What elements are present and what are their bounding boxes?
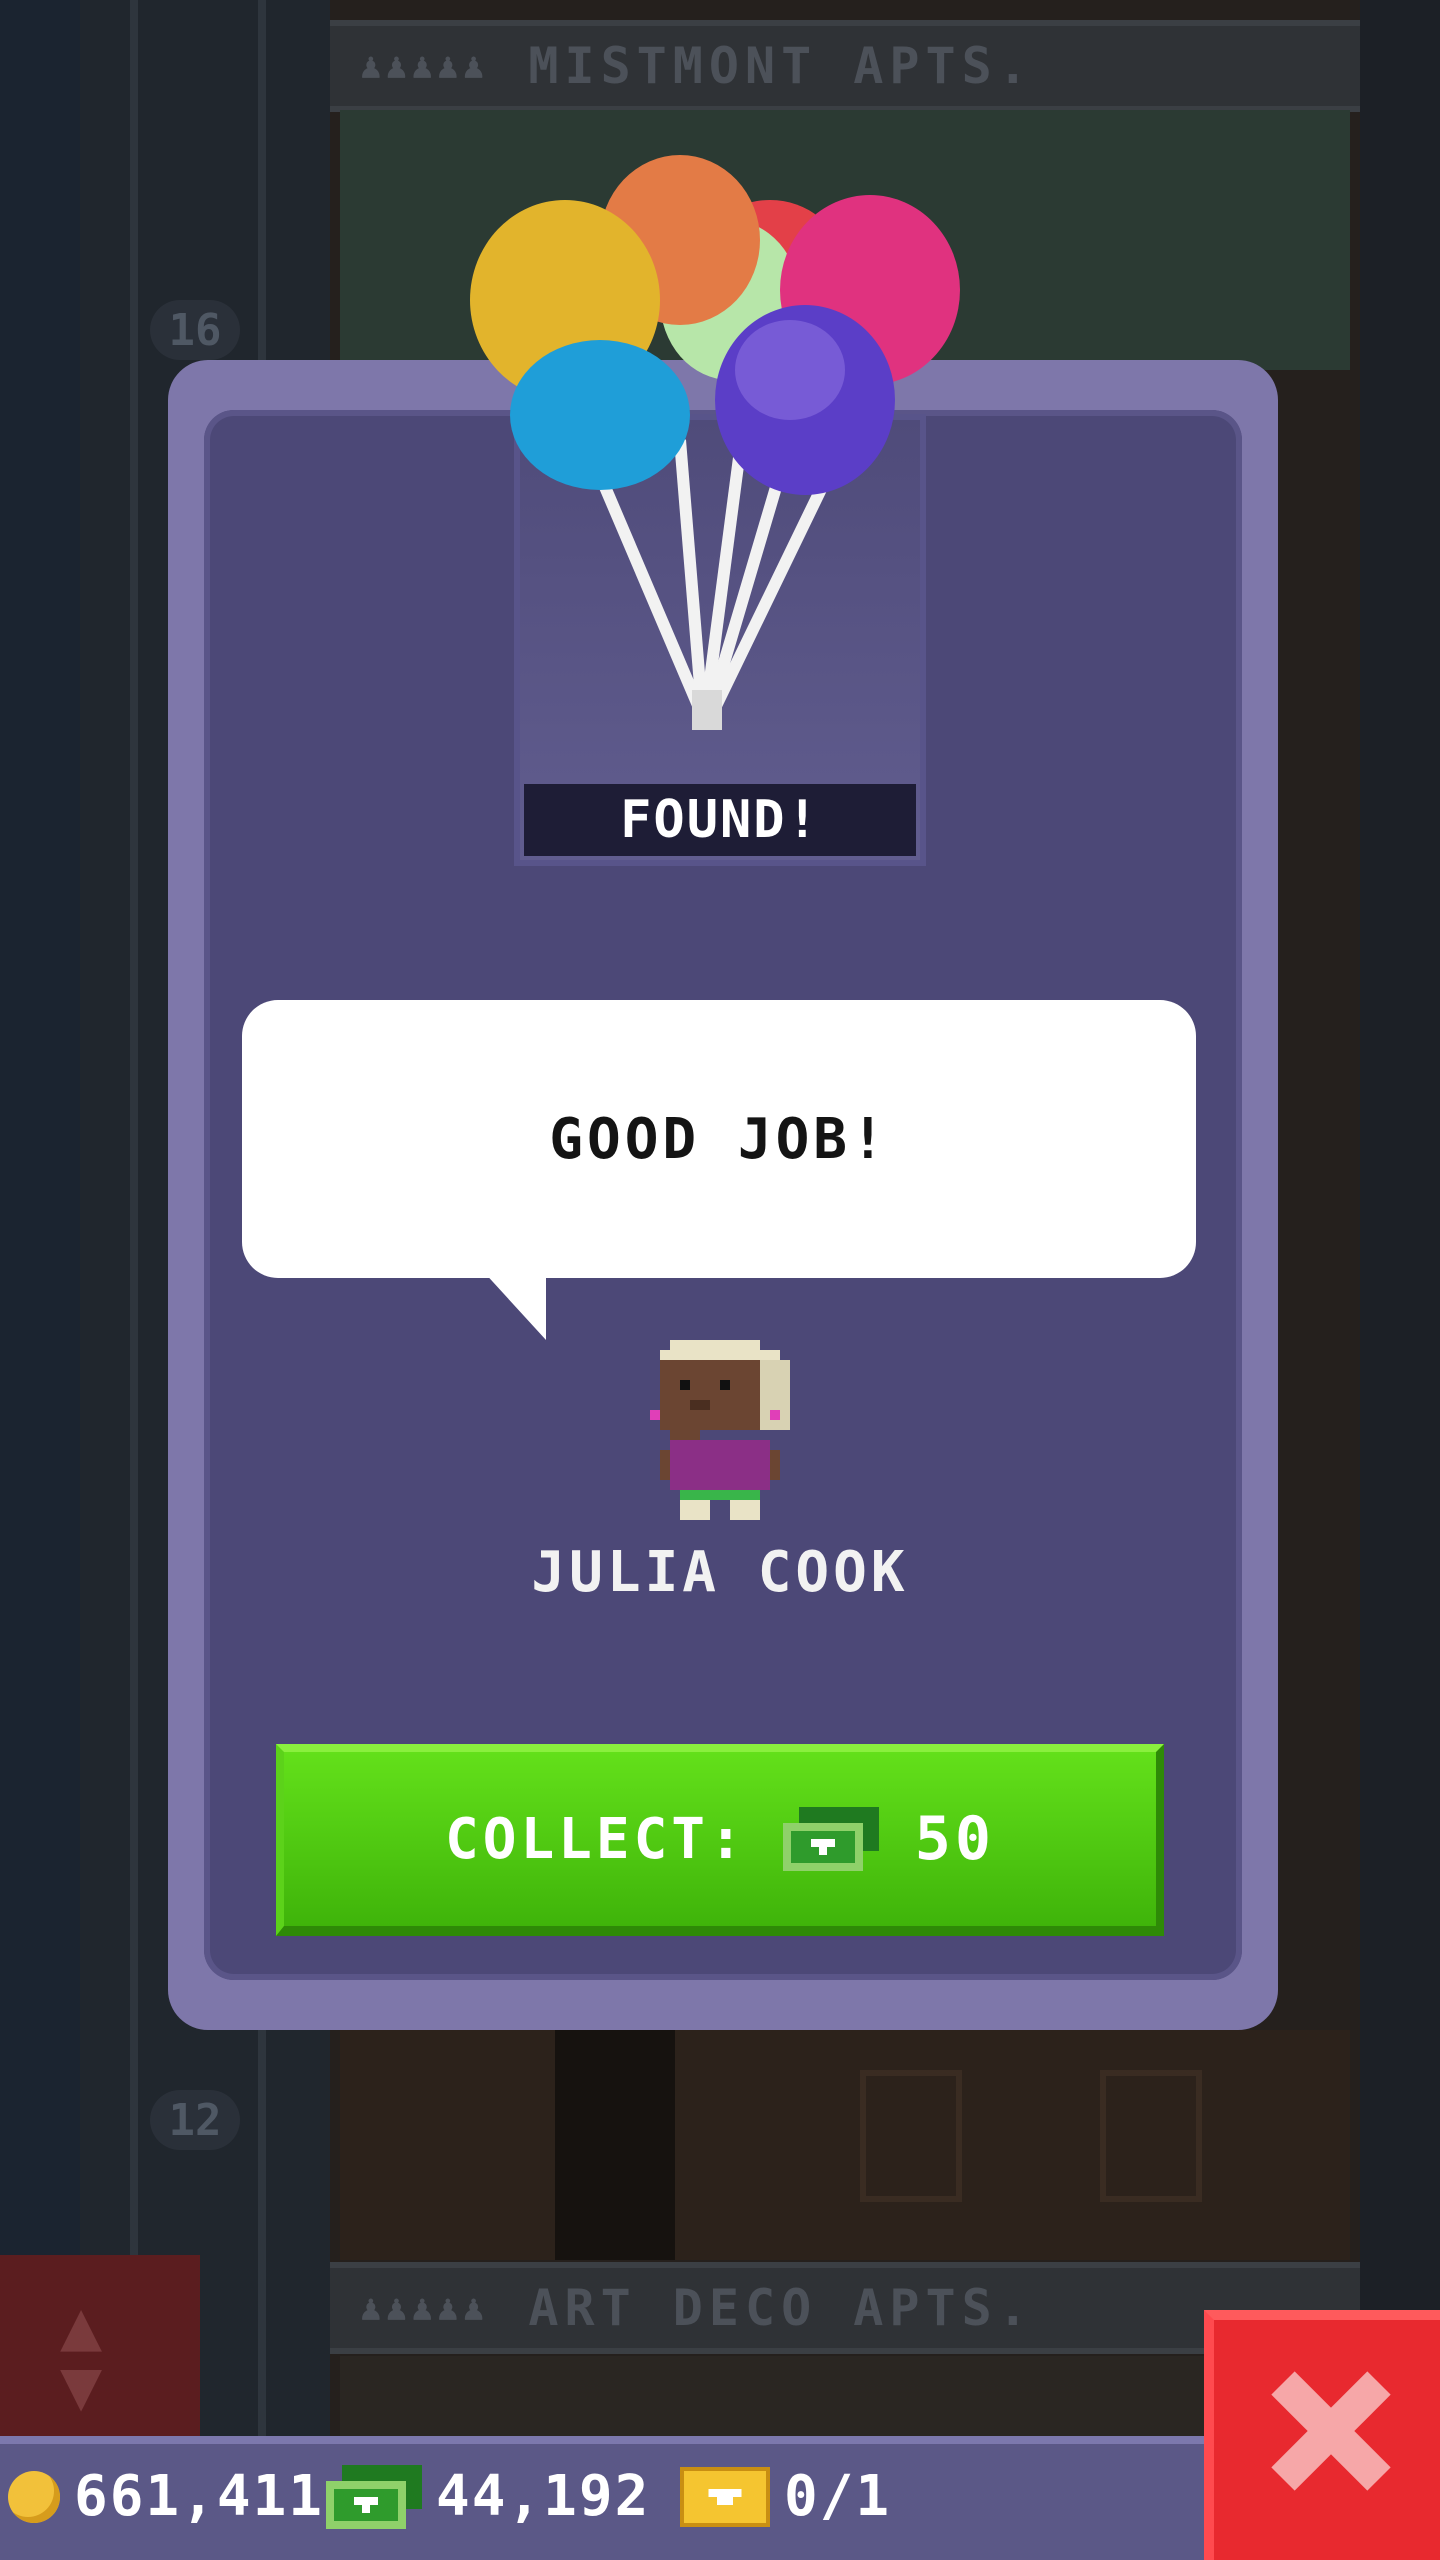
floor-name: MISTMONT APTS. bbox=[528, 37, 1034, 95]
floor-sign: ♟♟♟♟♟ MISTMONT APTS. bbox=[330, 20, 1360, 112]
character-avatar bbox=[650, 1340, 790, 1520]
tickets-counter: 0/1 bbox=[680, 2464, 891, 2529]
collect-amount: 50 bbox=[914, 1804, 995, 1874]
speech-bubble: GOOD JOB! bbox=[242, 1000, 1196, 1278]
coins-counter: 661,411 bbox=[8, 2464, 324, 2529]
speech-bubble-tail bbox=[482, 1270, 546, 1340]
balloons-icon bbox=[470, 155, 960, 730]
residents-icon: ♟♟♟♟♟ bbox=[360, 45, 489, 87]
golden-ticket-icon bbox=[680, 2466, 770, 2527]
tower-edge bbox=[1360, 0, 1440, 2440]
residents-icon: ♟♟♟♟♟ bbox=[360, 2287, 489, 2329]
coin-icon bbox=[8, 2470, 60, 2523]
currency-bar: 661,411 44,192 0/1 bbox=[0, 2436, 1204, 2560]
floor-number: 12 bbox=[150, 2090, 240, 2150]
coins-value: 661,411 bbox=[74, 2464, 325, 2529]
found-banner: FOUND! bbox=[524, 784, 916, 856]
up-down-arrow-icon: ▲ ▼ bbox=[60, 2284, 103, 2426]
tower-bux-icon bbox=[326, 2464, 422, 2529]
apartment-room bbox=[340, 2356, 1350, 2440]
floor-number: 16 bbox=[150, 300, 240, 360]
collect-label: COLLECT: bbox=[445, 1806, 747, 1872]
elevator-shaft bbox=[0, 0, 80, 2440]
close-button[interactable] bbox=[1204, 2310, 1440, 2560]
character-name: JULIA COOK bbox=[531, 1540, 909, 1605]
floor-name: ART DECO APTS. bbox=[528, 2279, 1034, 2337]
bux-value: 44,192 bbox=[436, 2464, 651, 2529]
tower-bux-icon bbox=[782, 1807, 879, 1871]
tickets-value: 0/1 bbox=[784, 2464, 892, 2529]
close-icon bbox=[1271, 2371, 1391, 2491]
apartment-room bbox=[340, 2030, 1350, 2260]
speech-text: GOOD JOB! bbox=[549, 1106, 889, 1172]
bux-counter: 44,192 bbox=[326, 2464, 650, 2529]
elevator-button[interactable]: ▲ ▼ bbox=[0, 2255, 200, 2440]
elevator-rail bbox=[130, 0, 138, 2440]
collect-button[interactable]: COLLECT: 50 bbox=[276, 1744, 1164, 1936]
